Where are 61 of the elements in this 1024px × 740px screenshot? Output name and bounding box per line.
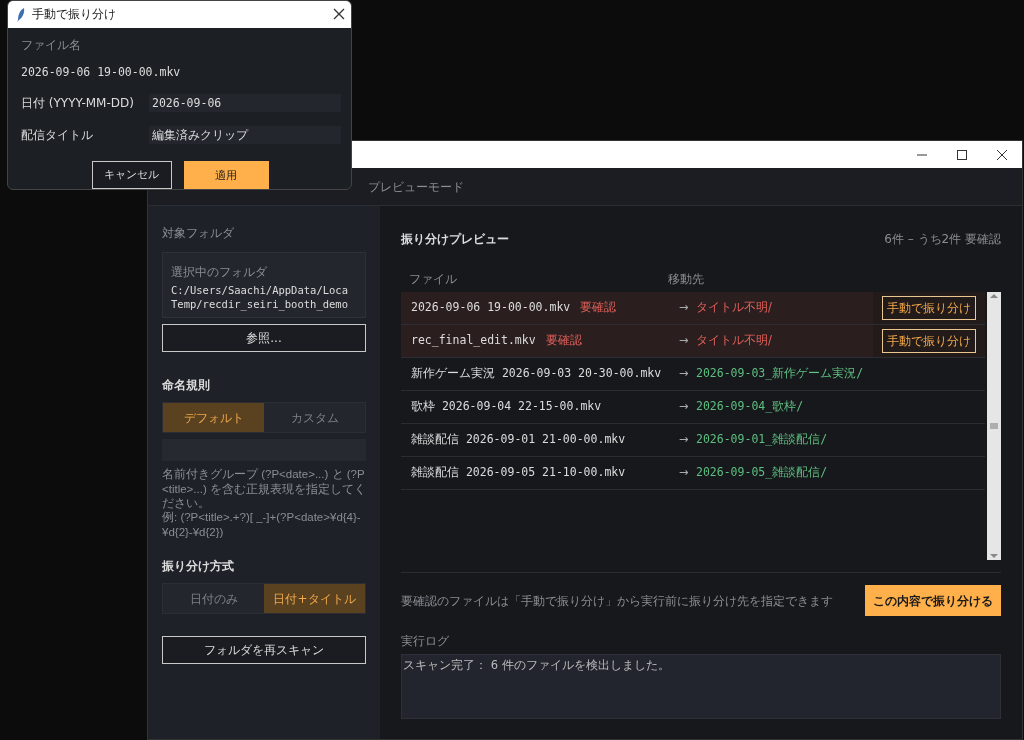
file-name: 2026-09-06 19-00-00.mkv <box>411 299 571 317</box>
field-label: ファイル名 <box>21 37 82 54</box>
file-name: 歌枠 2026-09-04 22-15-00.mkv <box>411 398 602 416</box>
browse-button[interactable]: 参照... <box>162 324 366 353</box>
input-field[interactable]: 2026-09-06 <box>149 94 341 113</box>
arrow-text: → <box>679 332 690 350</box>
folder-path: C:/Users/Saachi/AppData/Loca Temp/recdir_seiri_booth_demo <box>171 284 349 312</box>
arrow-text: → <box>679 365 690 383</box>
arrow-text: → <box>679 431 690 449</box>
column-header: ファイル <box>408 271 458 288</box>
window-subtitle: プレビューモード <box>368 178 464 196</box>
dialog-title: 手動で振り分け <box>32 5 116 23</box>
column-header: 移動先 <box>668 271 704 288</box>
summary-text: 6件 – うち2件 要確認 <box>884 231 1001 248</box>
destination-text: 2026-09-03_新作ゲーム実況/ <box>696 365 865 383</box>
rescan-button[interactable]: フォルダを再スキャン <box>162 636 366 665</box>
file-name: 雑談配信 2026-09-01 21-00-00.mkv <box>411 431 626 449</box>
destination-text: タイトル不明/ <box>696 332 773 350</box>
segment-option[interactable]: 日付+タイトル <box>264 584 365 614</box>
scroll-down-icon[interactable] <box>989 552 999 561</box>
file-name: rec_final_edit.mkv <box>411 332 536 350</box>
section-label: 対象フォルダ <box>162 225 235 242</box>
file-name: 雑談配信 2026-09-05 21-10-00.mkv <box>411 464 626 482</box>
grip-icon[interactable] <box>989 423 999 430</box>
segment-option[interactable]: デフォルト <box>163 403 264 433</box>
segment-option[interactable]: カスタム <box>264 403 365 433</box>
close-icon[interactable] <box>996 148 1008 161</box>
log-label: 実行ログ <box>401 633 450 651</box>
section-heading: 命名規則 <box>162 377 211 395</box>
arrow-text: → <box>679 464 690 482</box>
help-text: 名前付きグループ (?P<date>...) と (?P<title>...) を含む正規表現を指定してください。 <box>162 467 366 511</box>
arrow-text: → <box>679 398 690 416</box>
segment-option[interactable]: 日付のみ <box>163 584 264 614</box>
destination-text: 2026-09-04_歌枠/ <box>696 398 805 416</box>
feather-icon <box>16 6 26 23</box>
section-heading: 振り分け方式 <box>162 558 235 576</box>
cancel-button[interactable]: キャンセル <box>91 161 172 189</box>
run-button[interactable]: この内容で振り分ける <box>865 585 1001 617</box>
destination-text: タイトル不明/ <box>696 299 773 317</box>
manual-sort-button[interactable]: 手動で振り分け <box>882 329 976 353</box>
folder-box-label: 選択中のフォルダ <box>171 264 268 281</box>
help-text: 例: (?P<title>.+?)[ _-]+(?P<date>¥d{4}-¥d{2}-¥d{2}) <box>162 510 362 540</box>
destination-text: 2026-09-01_雑談配信/ <box>696 431 829 449</box>
close-icon[interactable] <box>333 8 345 21</box>
file-name: 2026-09-06 19-00-00.mkv <box>21 64 182 81</box>
destination-text: 2026-09-05_雑談配信/ <box>696 464 829 482</box>
manual-sort-button[interactable]: 手動で振り分け <box>882 296 976 320</box>
scrollbar[interactable] <box>987 292 1001 561</box>
field-label: 配信タイトル <box>21 127 94 145</box>
field-label: 日付 (YYYY-MM-DD) <box>21 95 135 113</box>
maximize-icon[interactable] <box>956 148 968 161</box>
panel-title: 振り分けプレビュー <box>401 231 509 248</box>
input-field[interactable]: 編集済みクリップ <box>149 126 341 145</box>
apply-button[interactable]: 適用 <box>183 161 269 189</box>
arrow-text: → <box>679 299 690 317</box>
log-box: スキャン完了： 6 件のファイルを検出しました。 <box>401 654 1001 719</box>
hint-text: 要確認のファイルは「手動で振り分け」から実行前に振り分け先を指定できます <box>401 592 833 610</box>
file-name: 新作ゲーム実況 2026-09-03 20-30-00.mkv <box>411 365 662 383</box>
review-tag: 要確認 <box>580 299 617 317</box>
scroll-up-icon[interactable] <box>989 292 999 300</box>
review-tag: 要確認 <box>545 332 582 350</box>
